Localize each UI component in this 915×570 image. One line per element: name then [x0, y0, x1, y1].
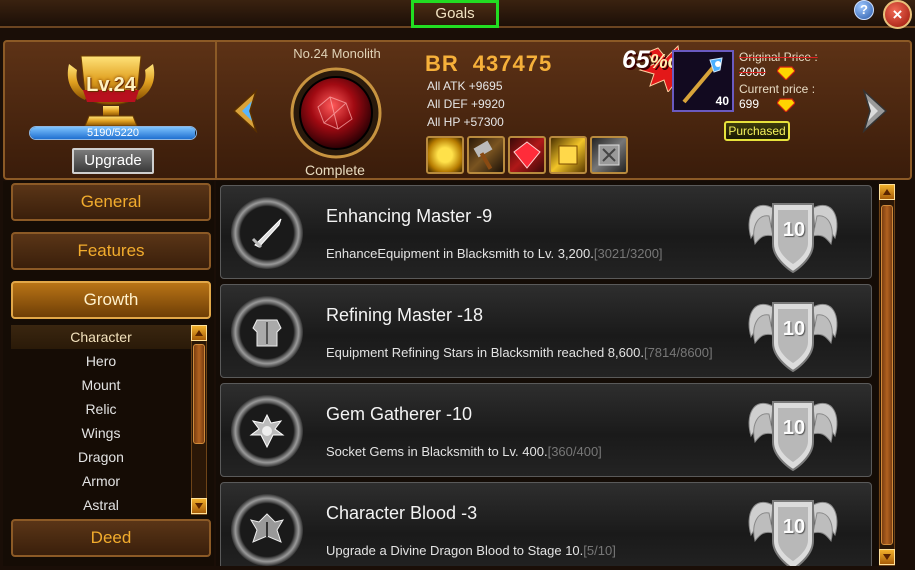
medal-value: 10 — [782, 219, 806, 241]
goal-title: Gem Gatherer -10 — [326, 404, 473, 424]
sub-item-relic[interactable]: Relic — [11, 397, 191, 421]
medal-value: 10 — [782, 318, 806, 340]
diamond-icon — [777, 98, 795, 112]
purchased-button[interactable]: Purchased — [724, 121, 790, 141]
gem-crest-icon — [249, 413, 285, 449]
goal-description: Equipment Refining Stars in Blacksmith r… — [326, 345, 713, 360]
prev-monolith-arrow-icon[interactable] — [230, 89, 262, 133]
goal-description-text: EnhanceEquipment in Blacksmith to Lv. 3,… — [326, 246, 594, 261]
goal-card[interactable]: Refining Master -18 Equipment Refining St… — [220, 284, 872, 378]
original-price-label: Original Price : — [739, 50, 818, 64]
armor-icon — [252, 319, 282, 347]
medal-value: 10 — [782, 516, 806, 538]
battle-rating: BR 437475 — [425, 51, 552, 77]
steel-box-icon[interactable] — [590, 136, 628, 174]
help-button[interactable]: ? — [854, 0, 874, 20]
original-price-value: 2000 — [739, 65, 766, 79]
goal-description-text: Upgrade a Divine Dragon Blood to Stage 1… — [326, 543, 584, 558]
br-value: 437475 — [472, 51, 553, 76]
close-button[interactable]: × — [883, 0, 912, 29]
level-label: Lv.24 — [86, 74, 136, 96]
goal-icon-frame — [231, 494, 303, 566]
growth-sub-list: Character Hero Mount Relic Wings Dragon … — [11, 325, 207, 515]
offer-item-count: 40 — [715, 94, 729, 108]
goal-card[interactable]: Character Blood -3 Upgrade a Divine Drago… — [220, 482, 872, 566]
goal-description: Upgrade a Divine Dragon Blood to Stage 1… — [326, 543, 616, 558]
goal-progress: [5/10] — [583, 543, 616, 558]
category-sidebar: General Features Growth Character Hero M… — [3, 181, 214, 566]
stat-atk: All ATK +9695 — [427, 79, 503, 93]
scroll-up-icon[interactable] — [879, 184, 895, 200]
category-general[interactable]: General — [11, 183, 211, 221]
sub-item-astral[interactable]: Astral — [11, 493, 191, 517]
goal-description-text: Socket Gems in Blacksmith to Lv. 400. — [326, 444, 548, 459]
scroll-down-icon[interactable] — [879, 549, 895, 565]
gold-block-icon[interactable] — [549, 136, 587, 174]
goal-progress: [3021/3200] — [593, 246, 663, 261]
current-price-value: 699 — [739, 97, 760, 111]
header-panel: Lv.24 5190/5220 Upgrade No.24 Monolith C… — [3, 40, 912, 180]
monolith-orb-icon — [290, 67, 382, 159]
next-monolith-arrow-icon[interactable] — [858, 89, 890, 133]
goal-title: Refining Master -18 — [326, 305, 484, 325]
goals-tab[interactable]: Goals — [411, 0, 499, 28]
goal-description-text: Equipment Refining Stars in Blacksmith r… — [326, 345, 644, 360]
stat-hp: All HP +57300 — [427, 115, 504, 129]
level-panel: Lv.24 5190/5220 Upgrade — [5, 42, 217, 178]
stat-def: All DEF +9920 — [427, 97, 505, 111]
sub-item-character[interactable]: Character — [11, 325, 191, 349]
sub-list-scrollbar[interactable] — [191, 325, 207, 515]
category-deed[interactable]: Deed — [11, 519, 211, 557]
sub-item-hero[interactable]: Hero — [11, 349, 191, 373]
goal-icon-frame — [231, 296, 303, 368]
sub-item-mount[interactable]: Mount — [11, 373, 191, 397]
current-price-label: Current price : — [739, 82, 816, 96]
sub-item-armor[interactable]: Armor — [11, 469, 191, 493]
goal-progress: [360/400] — [547, 444, 602, 459]
gold-coin-icon[interactable] — [426, 136, 464, 174]
br-label: BR — [425, 51, 459, 76]
diamond-icon — [777, 66, 795, 80]
goal-list-scrollbar[interactable] — [879, 184, 895, 566]
scroll-up-icon[interactable] — [191, 325, 207, 341]
offer-item[interactable]: 40 — [672, 50, 734, 112]
goal-card[interactable]: Enhancing Master -9 EnhanceEquipment in B… — [220, 185, 872, 279]
sub-item-dragon[interactable]: Dragon — [11, 445, 191, 469]
monolith-status: Complete — [305, 162, 365, 178]
ruby-gem-icon[interactable] — [508, 136, 546, 174]
monolith-name: No.24 Monolith — [293, 46, 381, 61]
xp-bar: 5190/5220 — [29, 126, 197, 140]
category-growth[interactable]: Growth — [11, 281, 211, 319]
sub-item-wings[interactable]: Wings — [11, 421, 191, 445]
hammer-icon[interactable] — [467, 136, 505, 174]
goal-title: Character Blood -3 — [326, 503, 478, 523]
goal-icon-frame — [231, 395, 303, 467]
upgrade-button[interactable]: Upgrade — [72, 148, 154, 174]
goal-icon-frame — [231, 197, 303, 269]
goal-card[interactable]: Gem Gatherer -10 Socket Gems in Blacksmit… — [220, 383, 872, 477]
xp-text: 5190/5220 — [87, 127, 139, 139]
sub-list-scroll-thumb[interactable] — [193, 344, 205, 444]
category-features[interactable]: Features — [11, 232, 211, 270]
goal-description: Socket Gems in Blacksmith to Lv. 400.[36… — [326, 444, 602, 459]
goal-list: Enhancing Master -9 EnhanceEquipment in B… — [216, 181, 878, 566]
dragon-crest-icon — [249, 513, 285, 543]
goal-list-scroll-thumb[interactable] — [881, 205, 893, 545]
medal-value: 10 — [782, 417, 806, 439]
discount-value: 65 — [622, 46, 650, 74]
goal-description: EnhanceEquipment in Blacksmith to Lv. 3,… — [326, 246, 663, 261]
goal-title: Enhancing Master -9 — [326, 206, 493, 226]
sword-icon — [251, 218, 282, 249]
scroll-down-icon[interactable] — [191, 498, 207, 514]
goal-progress: [7814/8600] — [643, 345, 713, 360]
